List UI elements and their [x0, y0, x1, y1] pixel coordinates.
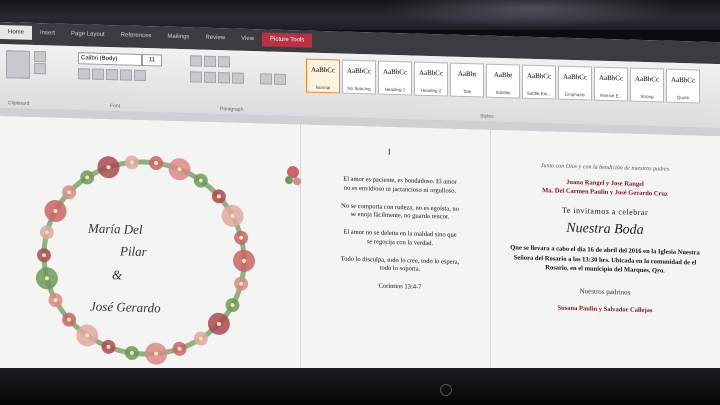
bride-name-2: Pilar — [120, 243, 147, 260]
poem-line: El amor es paciente, es bondadoso. El am… — [343, 175, 457, 195]
godparents-title: Nuestros padrinos — [579, 287, 631, 298]
tab-insert[interactable]: Insert — [32, 26, 63, 41]
style-preview: AaBbCc — [418, 68, 444, 78]
style-preview: AaBbCc — [382, 67, 408, 77]
event-title: Nuestra Boda — [566, 221, 644, 239]
shading-icon[interactable] — [260, 73, 272, 85]
godparents-names: Susana Paulin y Salvador Callejas — [557, 305, 653, 315]
style-heading-1[interactable]: AaBbCc Heading 1 — [378, 60, 412, 96]
font-color-icon[interactable] — [134, 69, 146, 82]
small-flower-icon — [285, 166, 301, 186]
style-name: Subtle Em... — [526, 90, 552, 97]
underline-icon[interactable] — [106, 68, 118, 81]
style-name: Title — [462, 88, 472, 95]
style-name: Heading 1 — [384, 86, 406, 93]
italic-icon[interactable] — [92, 68, 104, 80]
group-label-styles: Styles — [480, 113, 494, 120]
invitation-details: Junto con Dios y con la bendición de nue… — [505, 162, 705, 316]
style-preview: AaBbCc — [310, 65, 336, 75]
style-preview: AaBbCc — [526, 71, 552, 81]
align-center-icon[interactable] — [204, 71, 216, 84]
style-preview: AaBbt — [493, 70, 513, 80]
invite-text: Te invitamos a celebrar — [561, 205, 649, 218]
text-cursor-icon: I — [388, 146, 391, 157]
style-emphasis[interactable]: AaBbCc Emphasis — [558, 65, 592, 101]
column-guide — [490, 129, 491, 390]
paste-icon[interactable] — [6, 50, 30, 79]
groom-name: José Gerardo — [90, 298, 161, 316]
style-heading-2[interactable]: AaBbCc Heading 2 — [414, 61, 448, 97]
multilevel-list-icon[interactable] — [218, 56, 230, 68]
style-name: Heading 2 — [420, 87, 442, 94]
align-right-icon[interactable] — [218, 72, 230, 84]
poem-line: Todo lo disculpa, todo lo cree, todo lo … — [340, 255, 460, 274]
style-title[interactable]: AaBbt Title — [450, 62, 484, 98]
style-preview: AaBbt — [457, 69, 477, 79]
strikethrough-icon[interactable] — [120, 69, 132, 81]
room-glare — [380, 0, 680, 28]
style-name: Normal — [315, 84, 331, 91]
poem-line: No se comporta con rudeza, no es egoísta… — [341, 202, 459, 221]
copy-icon[interactable] — [34, 62, 46, 75]
event-details: Que se llevara a cabo el día 16 de abril… — [510, 244, 700, 275]
style-no-spacing[interactable]: AaBbCc No Spacing — [342, 59, 376, 95]
word-window: Home Insert Page Layout References Mailings R… — [0, 22, 720, 393]
align-left-icon[interactable] — [190, 71, 202, 83]
poem-block: El amor es paciente, es bondadoso. El am… — [340, 175, 460, 302]
font-name-box[interactable]: Calibri (Body) — [78, 52, 142, 66]
style-preview: AaBbCc — [634, 74, 660, 84]
tab-home[interactable]: Home — [0, 25, 33, 40]
tab-page-layout[interactable]: Page Layout — [63, 27, 113, 42]
bold-icon[interactable] — [78, 68, 90, 80]
style-subtle-em-[interactable]: AaBbCc Subtle Em... — [522, 64, 556, 100]
tab-picture-tools[interactable]: Picture Tools — [262, 32, 313, 48]
style-name: No Spacing — [347, 85, 371, 92]
style-subtitle[interactable]: AaBbt Subtitle — [486, 63, 520, 99]
tab-mailings[interactable]: Mailings — [159, 29, 197, 44]
style-name: Subtitle — [495, 89, 511, 96]
poem-line: El amor no se deleita en la maldad sino … — [343, 228, 457, 247]
monitor-bezel-bottom — [0, 368, 720, 405]
tab-review[interactable]: Review — [197, 31, 233, 46]
style-preview: AaBbCc — [670, 75, 696, 85]
document-page[interactable]: María Del Pilar & José Gerardo I El amor… — [0, 116, 720, 393]
font-size-box[interactable]: 11 — [142, 53, 162, 67]
style-intense-e-[interactable]: AaBbCc Intense E... — [594, 66, 628, 102]
style-name: Quote — [676, 94, 690, 101]
style-name: Intense E... — [599, 92, 623, 99]
style-quote[interactable]: AaBbCc Quote — [666, 68, 700, 104]
tab-view[interactable]: View — [233, 32, 262, 47]
justify-icon[interactable] — [232, 72, 244, 84]
style-preview: AaBbCc — [562, 72, 588, 82]
cut-icon[interactable] — [34, 50, 46, 63]
power-button-icon[interactable] — [440, 384, 452, 396]
style-name: Strong — [640, 93, 654, 100]
ampersand: & — [112, 267, 123, 283]
blessing-text: Junto con Dios y con la bendición de nue… — [540, 163, 670, 173]
styles-gallery: AaBbCc Normal AaBbCc No Spacing AaBbCc Headin… — [306, 58, 700, 104]
bride-name: María Del — [88, 220, 143, 237]
style-preview: AaBbCc — [598, 73, 624, 83]
tab-references[interactable]: References — [113, 28, 160, 43]
numbering-icon[interactable] — [204, 55, 216, 68]
style-normal[interactable]: AaBbCc Normal — [306, 58, 340, 94]
style-name: Emphasis — [565, 91, 585, 98]
borders-icon[interactable] — [274, 73, 286, 85]
style-preview: AaBbCc — [346, 66, 372, 76]
group-label-font: Font — [110, 103, 121, 110]
poem-citation: Corintios 13:4-7 — [378, 282, 422, 291]
style-strong[interactable]: AaBbCc Strong — [630, 67, 664, 103]
group-label-paragraph: Paragraph — [220, 106, 244, 113]
group-label-clipboard: Clipboard — [8, 100, 30, 107]
bullets-icon[interactable] — [190, 55, 202, 67]
